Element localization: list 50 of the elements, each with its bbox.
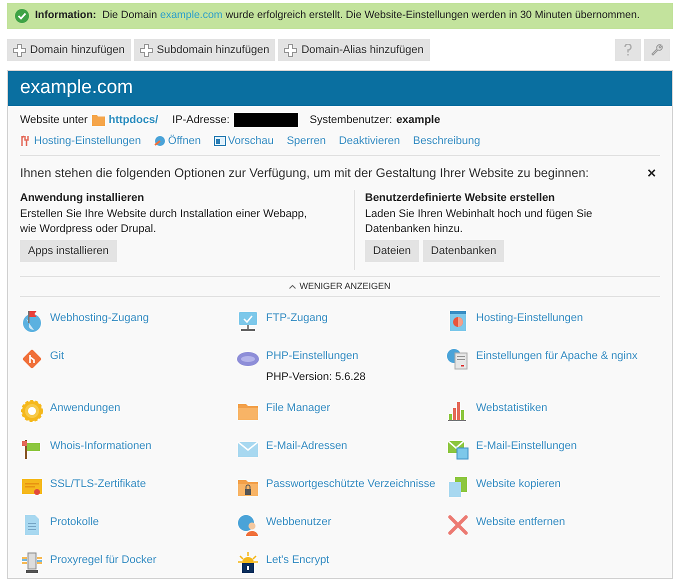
option-button[interactable]: Apps installieren: [20, 240, 117, 262]
option-button[interactable]: Dateien: [365, 240, 419, 262]
php-version: PHP-Version: 5.6.28: [266, 370, 366, 385]
domain-title: example.com: [20, 76, 133, 100]
tool-link[interactable]: Webbenutzer: [266, 514, 332, 531]
action-link[interactable]: Vorschau: [214, 132, 274, 150]
tool-link[interactable]: FTP-Zugang: [266, 310, 328, 327]
tool-link[interactable]: Proxyregel für Docker: [50, 552, 156, 569]
tool-link[interactable]: File Manager: [266, 400, 330, 417]
tool-link[interactable]: Protokolle: [50, 514, 99, 531]
action-link[interactable]: Sperren: [286, 132, 326, 150]
tool-link[interactable]: PHP-Einstellungen: [266, 348, 366, 365]
tool-link[interactable]: Webhosting-Zugang: [50, 310, 149, 327]
close-button[interactable]: ×: [647, 166, 660, 181]
path-link[interactable]: httpdocs/: [108, 112, 158, 128]
tool-link[interactable]: Webstatistiken: [476, 400, 548, 417]
info-label: IP-Adresse:: [172, 112, 230, 128]
option-button[interactable]: Datenbanken: [422, 240, 504, 262]
tool-link[interactable]: Einstellungen für Apache & nginx: [476, 348, 638, 365]
tool-link[interactable]: E-Mail-Adressen: [266, 438, 348, 455]
show-less-button[interactable]: WENIGER ANZEIGEN: [289, 280, 390, 294]
notice-text: wurde erfolgreich erstellt. Die Website-Einstellungen werden in 30 Minuten übernommen.: [226, 8, 640, 24]
option-text: Laden Sie Ihren Webinhalt hoch und fügen Sie Datenbanken hinzu.: [365, 207, 594, 238]
action-link[interactable]: Hosting-Einstellungen: [20, 132, 142, 150]
system-user: example: [396, 112, 440, 128]
tool-link[interactable]: SSL/TLS-Zertifikate: [50, 476, 146, 493]
notice-label: Information:: [35, 8, 96, 24]
tool-link[interactable]: Passwortgeschützte Verzeichnisse: [266, 476, 436, 493]
options-intro: Ihnen stehen die folgenden Optionen zur Verfügung, um mit der Gestaltung Ihrer Website zu beginnen:: [20, 165, 589, 182]
info-label: Website unter: [20, 112, 88, 128]
domain-link[interactable]: example.com: [160, 8, 223, 24]
info-label: Systembenutzer:: [310, 112, 392, 128]
tool-link[interactable]: Hosting-Einstellungen: [476, 310, 584, 327]
notice-text: Die Domain: [102, 8, 158, 24]
tool-link[interactable]: E-Mail-Einstellungen: [476, 438, 577, 455]
action-link[interactable]: Beschreibung: [413, 132, 480, 150]
tool-link[interactable]: Whois-Informationen: [50, 438, 152, 455]
tool-link[interactable]: Website entfernen: [476, 514, 566, 531]
tool-link[interactable]: Anwendungen: [50, 400, 120, 417]
tool-link[interactable]: Website kopieren: [476, 476, 561, 493]
tool-link[interactable]: Let's Encrypt: [266, 552, 330, 569]
toolbar-button[interactable]: Domain hinzufügen: [7, 39, 131, 61]
option-title: Benutzerdefinierte Website erstellen: [365, 190, 556, 206]
option-text: Erstellen Sie Ihre Website durch Installation einer Webapp, wie Wordpress oder Drupal.: [20, 207, 308, 238]
toolbar-button[interactable]: Subdomain hinzufügen: [134, 39, 276, 61]
action-link[interactable]: Deaktivieren: [338, 132, 400, 150]
option-title: Anwendung installieren: [20, 190, 146, 206]
action-link[interactable]: Öffnen: [154, 132, 201, 150]
toolbar-button[interactable]: Domain-Alias hinzufügen: [278, 39, 430, 61]
tool-link[interactable]: Git: [50, 348, 64, 365]
